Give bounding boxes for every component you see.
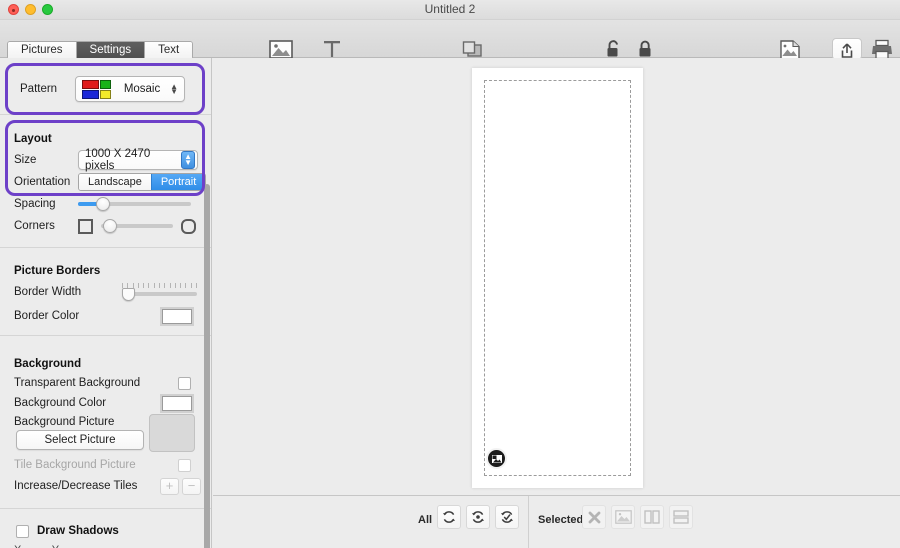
pattern-label: Pattern	[20, 83, 58, 95]
layout-section-heading-row: Layout	[0, 128, 211, 150]
draw-shadows-row: Draw Shadows	[0, 520, 211, 542]
orientation-label: Orientation	[14, 176, 71, 188]
picture-borders-heading: Picture Borders	[14, 265, 101, 277]
printer-icon	[846, 38, 900, 60]
background-color-swatch[interactable]	[160, 393, 194, 413]
templates-icon	[436, 38, 508, 60]
transparent-background-row: Transparent Background	[0, 372, 211, 394]
tab-pictures[interactable]: Pictures	[8, 42, 77, 59]
border-color-row: Border Color	[0, 305, 211, 327]
window-title: Untitled 2	[424, 2, 476, 16]
corners-slider-knob[interactable]	[103, 219, 118, 233]
selected-label: Selected	[538, 514, 584, 526]
spacing-label: Spacing	[14, 198, 56, 210]
rotate-center-all-button[interactable]	[466, 505, 490, 529]
border-width-slider[interactable]	[122, 283, 197, 301]
mosaic-swatch-icon	[82, 79, 114, 99]
border-width-label: Border Width	[14, 286, 82, 298]
picture-badge-icon[interactable]	[486, 448, 507, 469]
layout-heading: Layout	[14, 133, 52, 145]
corners-label: Corners	[14, 220, 55, 232]
size-select[interactable]: 1000 X 2470 pixels ▲ ▼	[78, 148, 198, 172]
border-width-knob[interactable]	[122, 288, 135, 301]
title-bar: Untitled 2	[0, 0, 900, 20]
spacing-slider[interactable]	[78, 196, 191, 212]
background-heading: Background	[14, 358, 82, 370]
split-vertical-button[interactable]	[640, 505, 664, 529]
divider	[0, 508, 211, 509]
corners-slider[interactable]	[101, 218, 173, 234]
collage-page[interactable]	[472, 68, 643, 488]
background-picture-label: Background Picture	[14, 416, 115, 428]
remove-selected-button[interactable]	[582, 505, 606, 529]
canvas-area[interactable]	[213, 58, 900, 495]
bottom-toolbar-divider	[528, 496, 529, 548]
locked-padlock-icon	[609, 38, 681, 60]
corners-row: Corners	[0, 214, 211, 238]
pattern-value: Mosaic	[123, 83, 161, 95]
spacing-slider-track	[78, 202, 191, 206]
split-horizontal-button[interactable]	[669, 505, 693, 529]
chevron-updown-icon[interactable]: ▲ ▼	[170, 83, 178, 96]
rounded-corner-icon	[181, 218, 196, 234]
decrease-tiles-button[interactable]: −	[182, 477, 201, 495]
sidebar-scrollbar[interactable]	[204, 184, 210, 548]
divider	[0, 335, 211, 336]
text-t-icon	[296, 38, 368, 60]
orientation-option-portrait[interactable]: Portrait	[150, 174, 206, 190]
border-color-swatch[interactable]	[160, 306, 194, 326]
tile-background-label: Tile Background Picture	[14, 459, 136, 471]
clipped-bottom-row: X Y	[0, 544, 211, 548]
divider	[0, 247, 211, 248]
tab-text[interactable]: Text	[145, 42, 193, 59]
orientation-row: Orientation Landscape Portrait	[0, 171, 211, 193]
draw-shadows-checkbox[interactable]	[16, 524, 29, 538]
tile-background-checkbox[interactable]	[178, 458, 191, 472]
spacing-row: Spacing	[0, 193, 211, 215]
background-picture-well[interactable]	[149, 414, 195, 452]
all-label: All	[418, 514, 433, 526]
background-color-row: Background Color	[0, 392, 211, 414]
rotate-confirm-all-button[interactable]	[495, 505, 519, 529]
transparent-background-label: Transparent Background	[14, 377, 141, 389]
toolbar: Pictures Settings Text Add Pictures Add …	[0, 20, 900, 73]
replace-picture-button[interactable]	[611, 505, 635, 529]
background-color-label: Background Color	[14, 397, 107, 409]
size-row: Size 1000 X 2470 pixels ▲ ▼	[0, 148, 211, 172]
settings-sidebar: Pattern Mosaic ▲ ▼ Layout Size 1000 X 247…	[0, 58, 212, 548]
tab-settings[interactable]: Settings	[76, 42, 146, 59]
picture-borders-heading-row: Picture Borders	[0, 260, 211, 282]
size-value: 1000 X 2470 pixels	[85, 148, 151, 172]
divider	[0, 114, 211, 115]
increase-tiles-button[interactable]: +	[160, 477, 179, 495]
orientation-option-landscape[interactable]: Landscape	[79, 174, 151, 190]
bottom-toolbar: All Selected	[213, 495, 900, 548]
draw-shadows-label: Draw Shadows	[37, 525, 119, 537]
size-stepper-icon[interactable]: ▲ ▼	[181, 151, 195, 169]
select-picture-button[interactable]: Select Picture	[16, 430, 144, 450]
border-color-label: Border Color	[14, 310, 80, 322]
increase-decrease-tiles-label: Increase/Decrease Tiles	[14, 480, 138, 492]
spacing-slider-knob[interactable]	[96, 197, 111, 211]
pattern-row: Pattern Mosaic ▲ ▼	[0, 76, 211, 102]
page-dashed-outline	[484, 80, 631, 476]
transparent-background-checkbox[interactable]	[178, 376, 191, 390]
rotate-all-button[interactable]	[437, 505, 461, 529]
tile-background-row: Tile Background Picture	[0, 454, 211, 476]
orientation-segmented-control[interactable]: Landscape Portrait	[78, 173, 207, 191]
border-width-row: Border Width	[0, 281, 211, 303]
size-label: Size	[14, 154, 37, 166]
increase-decrease-tiles-row: Increase/Decrease Tiles + −	[0, 475, 211, 497]
square-corner-icon	[78, 218, 93, 234]
pattern-select[interactable]: Mosaic ▲ ▼	[75, 76, 185, 102]
